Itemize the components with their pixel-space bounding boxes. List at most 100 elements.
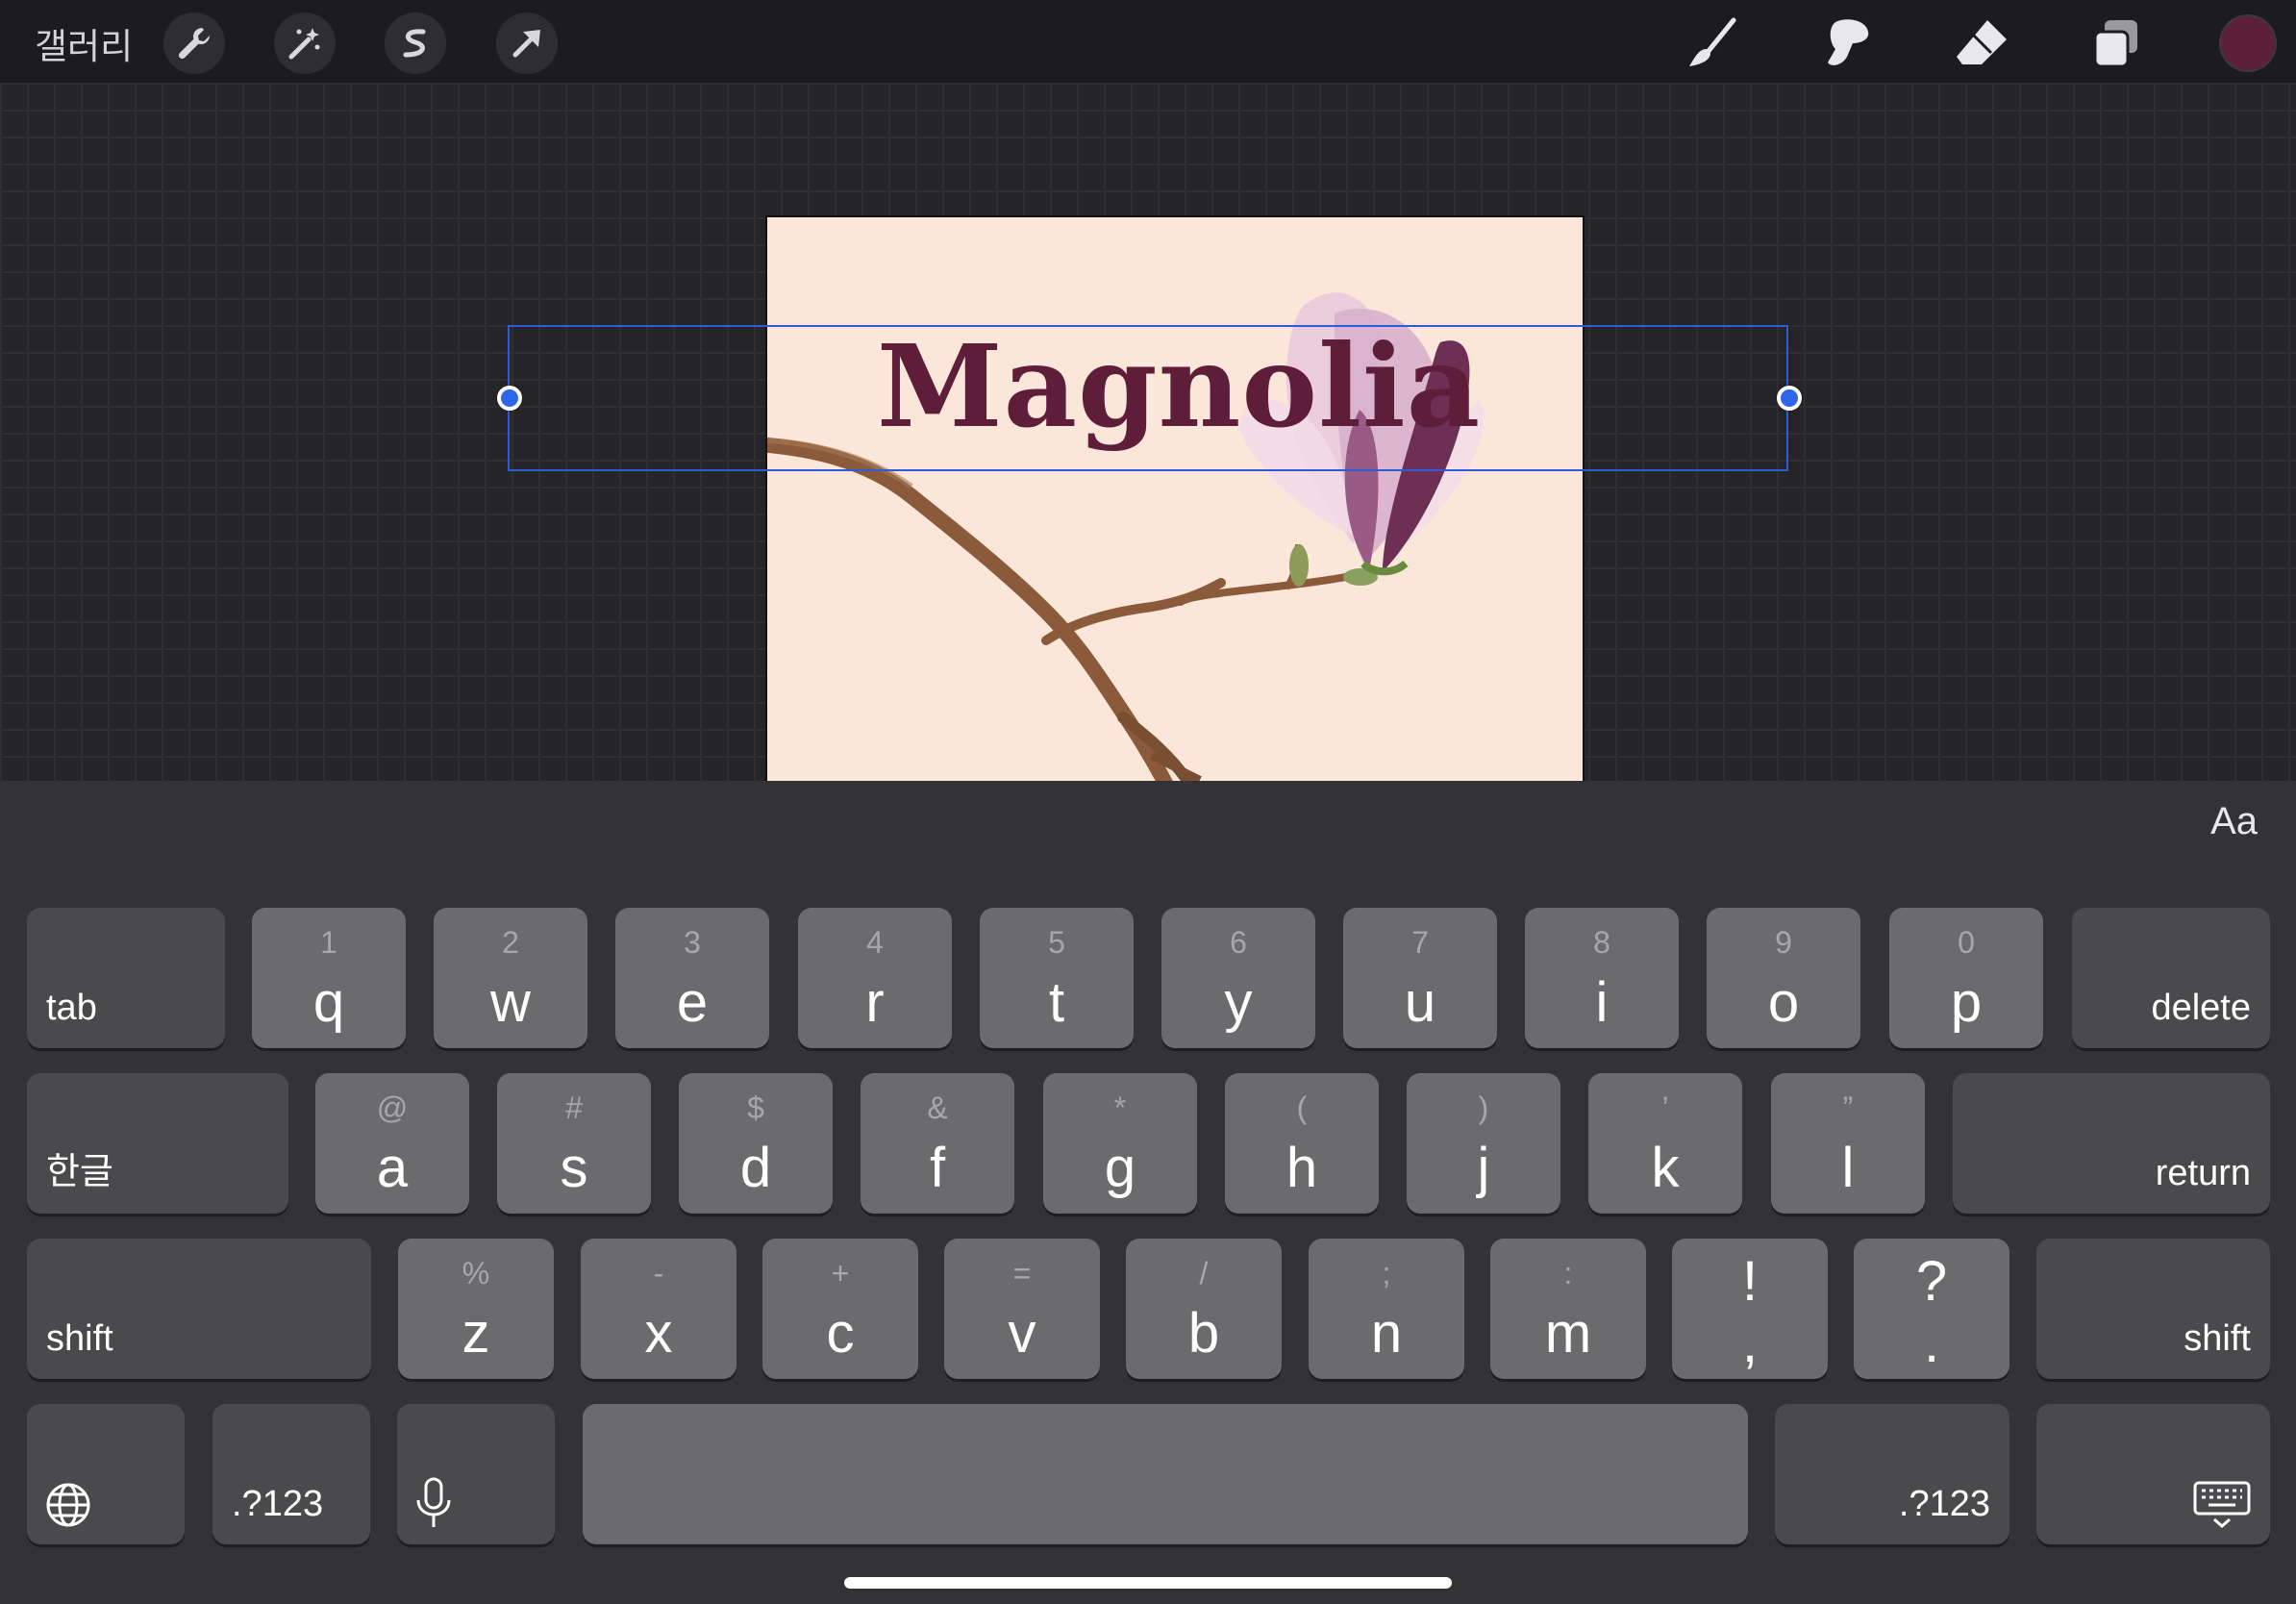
key-x[interactable]: -x (581, 1239, 736, 1379)
key-m-label: m (1544, 1302, 1592, 1365)
key-z-label: z (462, 1302, 490, 1365)
smudge-button[interactable] (1815, 12, 1879, 75)
eraser-icon (1957, 20, 2007, 64)
key-r[interactable]: 4r (798, 908, 952, 1048)
key-i-label: i (1595, 971, 1609, 1034)
gallery-button[interactable]: 갤러리 (35, 17, 133, 69)
key-h[interactable]: (h (1225, 1073, 1379, 1214)
key-w[interactable]: 2w (434, 908, 587, 1048)
selection-button[interactable] (385, 13, 446, 74)
key-exclamation-comma[interactable]: ! , (1672, 1239, 1828, 1379)
layers-button[interactable] (2084, 12, 2148, 75)
key-p-label: p (1950, 971, 1983, 1034)
key-i[interactable]: 8i (1525, 908, 1679, 1048)
key-o-sub: 9 (1775, 925, 1792, 960)
key-g-label: g (1104, 1137, 1136, 1199)
magic-wand-icon (288, 28, 320, 60)
key-g[interactable]: * g (1043, 1073, 1197, 1214)
globe-key[interactable] (27, 1404, 185, 1544)
key-s[interactable]: # s (497, 1073, 651, 1214)
key-v[interactable]: = v (944, 1239, 1100, 1379)
key-u-label: u (1404, 971, 1436, 1034)
language-key[interactable]: 한글 (27, 1073, 288, 1214)
key-t-label: t (1048, 971, 1065, 1034)
artboard[interactable] (765, 215, 1585, 781)
key-p[interactable]: 0p (1889, 908, 2043, 1048)
return-key[interactable]: return (1953, 1073, 2270, 1214)
keyboard-dismiss-icon (2193, 1481, 2251, 1528)
key-b[interactable]: / b (1126, 1239, 1282, 1379)
shift-right-key[interactable]: shift (2036, 1239, 2270, 1379)
home-indicator[interactable] (844, 1577, 1452, 1589)
key-c[interactable]: + c (762, 1239, 918, 1379)
key-b-label: b (1187, 1302, 1220, 1365)
key-n[interactable]: ; n (1309, 1239, 1464, 1379)
numbers-right-label: .?123 (1898, 1484, 1990, 1524)
adjustments-button[interactable] (274, 13, 336, 74)
text-selection-box[interactable] (508, 325, 1788, 471)
key-u[interactable]: 7u (1343, 908, 1497, 1048)
key-d[interactable]: $ d (679, 1073, 833, 1214)
key-g-sub: * (1113, 1090, 1127, 1125)
key-q-label: q (312, 971, 345, 1034)
key-k-sub: ’ (1661, 1090, 1669, 1125)
layers-icon (2093, 20, 2137, 68)
key-a[interactable]: @ a (315, 1073, 469, 1214)
microphone-icon (416, 1477, 451, 1527)
key-q[interactable]: 1q (252, 908, 406, 1048)
brush-button[interactable] (1681, 12, 1744, 75)
actions-button[interactable] (163, 13, 225, 74)
globe-icon (46, 1483, 90, 1527)
key-t[interactable]: 5t (980, 908, 1134, 1048)
smudge-icon (1828, 19, 1869, 65)
key-h-sub: ( (1296, 1090, 1308, 1125)
tab-key[interactable]: tab (27, 908, 225, 1048)
selection-icon (403, 29, 426, 58)
key-p-sub: 0 (1958, 925, 1975, 960)
key-k[interactable]: ’ k (1588, 1073, 1742, 1214)
key-s-label: s (560, 1137, 588, 1199)
key-y-sub: 6 (1230, 925, 1247, 960)
numbers-right-key[interactable]: .?123 (1775, 1404, 2009, 1544)
key-j-label: j (1477, 1137, 1490, 1199)
eraser-button[interactable] (1950, 12, 2013, 75)
key-n-label: n (1370, 1302, 1403, 1365)
numbers-left-label: .?123 (232, 1484, 324, 1524)
transform-button[interactable] (496, 13, 558, 74)
key-x-label: x (644, 1302, 673, 1365)
key-y[interactable]: 6y (1161, 908, 1315, 1048)
shift-left-label: shift (46, 1318, 113, 1359)
key-m-sub: : (1563, 1256, 1573, 1291)
key-y-label: y (1224, 971, 1253, 1034)
key-w-sub: 2 (502, 925, 519, 960)
key-z[interactable]: % z (398, 1239, 554, 1379)
text-box-right-handle[interactable] (1777, 386, 1802, 411)
key-o-label: o (1767, 971, 1800, 1034)
delete-key[interactable]: delete (2072, 908, 2270, 1048)
key-question-period[interactable]: ? . (1854, 1239, 2009, 1379)
wrench-icon (178, 28, 210, 60)
key-e[interactable]: 3e (615, 908, 769, 1048)
key-o[interactable]: 9o (1707, 908, 1860, 1048)
numbers-left-key[interactable]: .?123 (212, 1404, 370, 1544)
font-style-button[interactable]: Aa (2210, 800, 2258, 843)
shift-right-label: shift (2184, 1318, 2251, 1359)
key-z-sub: % (462, 1256, 490, 1291)
key-d-label: d (739, 1137, 772, 1199)
key-f[interactable]: & f (861, 1073, 1014, 1214)
text-box-left-handle[interactable] (497, 386, 522, 411)
key-j[interactable]: ) j (1407, 1073, 1560, 1214)
language-key-label: 한글 (46, 1150, 113, 1192)
space-bar[interactable] (583, 1404, 1748, 1544)
shift-left-key[interactable]: shift (27, 1239, 371, 1379)
key-m[interactable]: :m (1490, 1239, 1646, 1379)
key-x-sub: - (653, 1256, 664, 1291)
key-l-sub: ” (1842, 1090, 1854, 1125)
key-w-label: w (490, 971, 531, 1034)
hide-keyboard-key[interactable] (2036, 1404, 2270, 1544)
key-h-label: h (1285, 1137, 1318, 1199)
color-picker-swatch[interactable] (2221, 16, 2275, 70)
key-l[interactable]: ” l (1771, 1073, 1925, 1214)
key-d-sub: $ (747, 1090, 764, 1125)
dictation-key[interactable] (397, 1404, 555, 1544)
